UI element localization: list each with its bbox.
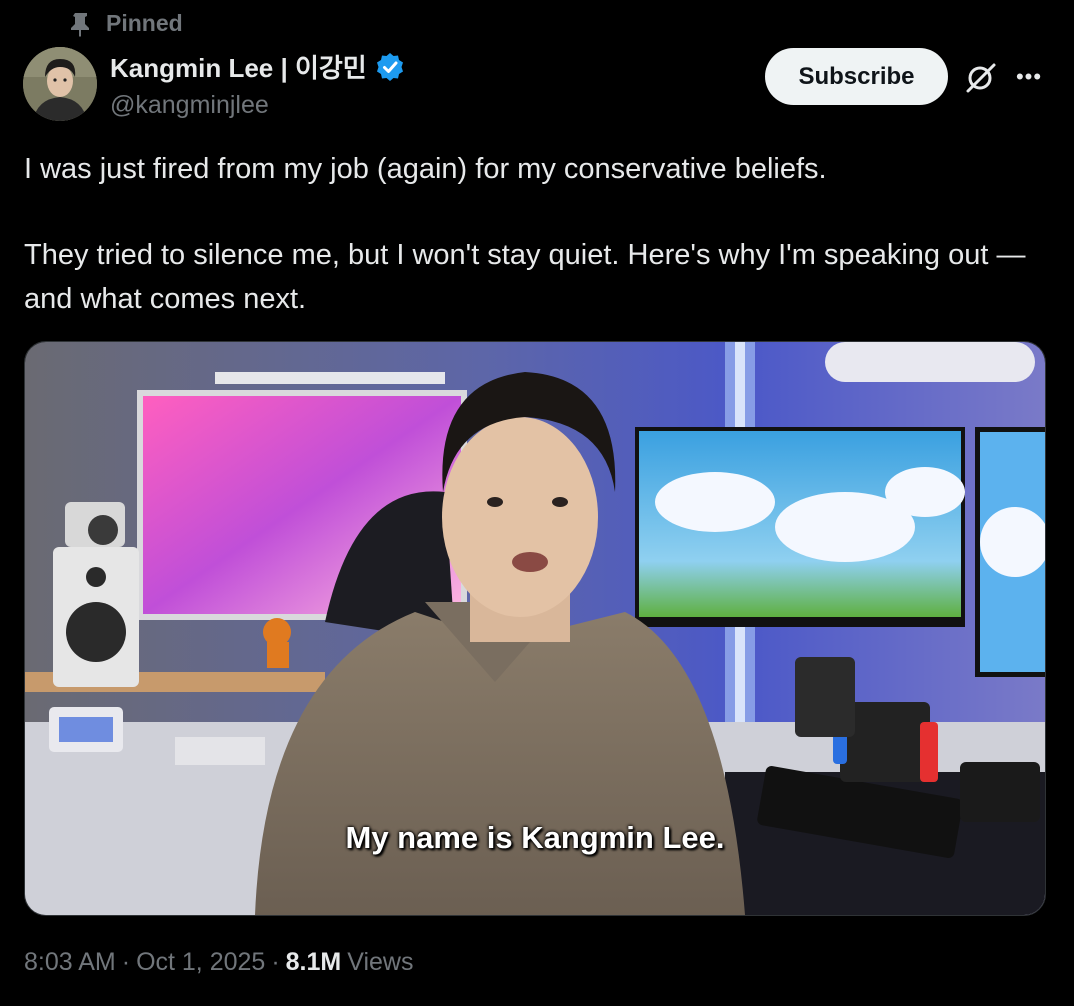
tweet-paragraph: They tried to silence me, but I won't st…: [24, 239, 1026, 315]
tweet-text: I was just fired from my job (again) for…: [24, 147, 1044, 321]
verified-badge-icon: [376, 52, 403, 81]
avatar-image: [23, 47, 97, 121]
tweet-date[interactable]: Oct 1, 2025: [136, 948, 265, 977]
tweet-time[interactable]: 8:03 AM: [24, 948, 116, 977]
meta-separator: ·: [271, 948, 280, 976]
views-label: Views: [347, 948, 414, 976]
handle[interactable]: @kangminjlee: [110, 91, 405, 120]
display-name[interactable]: Kangmin Lee | 이강민: [110, 48, 367, 85]
meta-separator: ·: [121, 948, 131, 976]
author-block: Kangmin Lee | 이강민 @kangminjlee: [110, 48, 405, 120]
subscribe-button[interactable]: Subscribe: [765, 48, 948, 105]
grok-icon[interactable]: [964, 60, 998, 94]
tweet-paragraph: I was just fired from my job (again) for…: [24, 153, 827, 185]
video-player[interactable]: My name is Kangmin Lee.: [24, 341, 1046, 916]
avatar[interactable]: [23, 47, 97, 121]
video-caption: My name is Kangmin Lee.: [345, 820, 725, 855]
pin-icon: [71, 12, 89, 37]
pinned-label: Pinned: [106, 10, 183, 36]
pinned-indicator: Pinned: [70, 10, 183, 37]
views-count[interactable]: 8.1M: [286, 948, 342, 977]
more-icon[interactable]: •••: [1014, 62, 1044, 92]
tweet-meta: 8:03 AM · Oct 1, 2025 · 8.1M Views: [24, 948, 413, 977]
